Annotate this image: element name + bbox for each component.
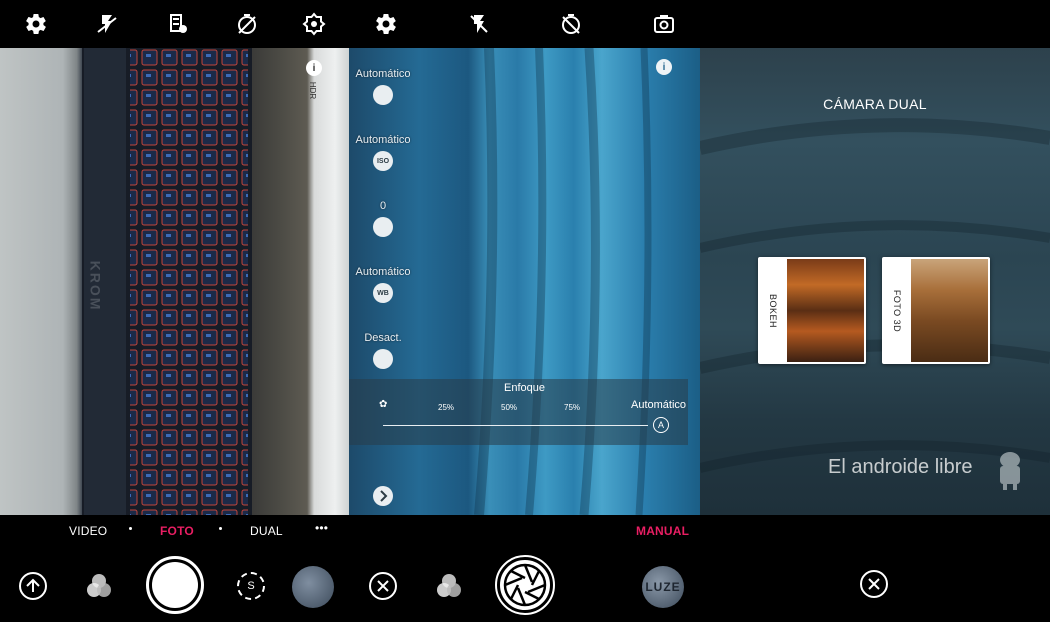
focus-value: Automático <box>631 399 687 411</box>
shutter-speed-value: Automático <box>355 68 411 80</box>
bokeh-preview-image <box>787 259 864 362</box>
foto-3d-label-wrap: FOTO 3D <box>884 257 910 364</box>
top-bar <box>700 0 1050 48</box>
camera-manual-screen: Automático Automático ISO 0 Automático W… <box>349 0 700 622</box>
bottom-controls: VIDEO FOTO DUAL ••• S <box>0 515 349 622</box>
close-icon[interactable] <box>369 572 397 600</box>
foto-3d-preview-image <box>911 259 988 362</box>
manual-shutter-button[interactable] <box>495 555 555 615</box>
macro-icon: ✿ <box>379 399 388 410</box>
viewfinder-keyboard[interactable]: KROM i HDR <box>0 48 349 515</box>
settings-gear-icon[interactable] <box>374 12 398 36</box>
android-logo-icon <box>996 450 1024 490</box>
camera-dual-screen: CÁMARA DUAL El androide libre BOKEH FOTO… <box>700 0 1050 622</box>
bokeh-label-wrap: BOKEH <box>760 257 786 364</box>
focus-tick-50: 50% <box>501 403 518 412</box>
wb-icon[interactable]: WB <box>373 283 393 303</box>
bottom-controls: MANUAL LUZE <box>349 515 700 622</box>
mode-separator <box>129 527 132 530</box>
camera-photo-screen: KROM i HDR VIDEO FOTO DUAL ••• S <box>0 0 349 622</box>
timer-off-icon[interactable] <box>235 12 259 36</box>
filters-icon[interactable] <box>84 571 114 601</box>
shutter-icon[interactable] <box>373 85 393 105</box>
iso-value: Automático <box>355 134 411 146</box>
expand-up-icon[interactable] <box>19 572 47 600</box>
hdr-label: HDR <box>308 81 318 100</box>
viewfinder-curtain[interactable]: Automático Automático ISO 0 Automático W… <box>349 48 700 515</box>
iso-icon[interactable]: ISO <box>373 151 393 171</box>
flash-off-icon[interactable] <box>467 12 491 36</box>
aperture-icon <box>503 563 547 607</box>
info-icon[interactable]: i <box>656 59 672 75</box>
mode-separator <box>219 527 222 530</box>
settings-gear-icon[interactable] <box>24 12 48 36</box>
top-toolbar <box>0 0 349 48</box>
photo-size-icon[interactable] <box>166 12 190 36</box>
fabric-stripes <box>700 118 1050 473</box>
burst-timer-icon[interactable]: S <box>237 572 265 600</box>
timer-value: Desact. <box>364 332 402 344</box>
gallery-thumbnail[interactable] <box>292 566 334 608</box>
flash-off-icon[interactable] <box>95 12 119 36</box>
filters-icon[interactable] <box>434 571 464 601</box>
exposure-icon[interactable] <box>373 217 393 237</box>
bottom-controls <box>700 515 1050 622</box>
mode-dual[interactable]: DUAL <box>250 524 283 538</box>
focus-panel: Enfoque ✿ 25% 50% 75% Automático A <box>349 379 688 445</box>
dual-title: CÁMARA DUAL <box>823 96 927 112</box>
close-dual-icon[interactable] <box>860 570 888 598</box>
mode-photo[interactable]: FOTO <box>160 524 194 538</box>
keyboard-brand: KROM <box>87 260 104 312</box>
focus-title: Enfoque <box>504 382 545 394</box>
foto-3d-label: FOTO 3D <box>892 289 902 332</box>
timer-off-icon[interactable] <box>559 12 583 36</box>
focus-tick-25: 25% <box>438 403 455 412</box>
focus-tick-75: 75% <box>564 403 581 412</box>
gallery-thumbnail[interactable]: LUZE <box>642 566 684 608</box>
keyboard-image <box>82 48 252 515</box>
bokeh-label: BOKEH <box>768 293 779 328</box>
timer-icon[interactable] <box>373 349 393 369</box>
exposure-value: 0 <box>379 200 387 212</box>
focus-slider-track[interactable] <box>383 425 648 426</box>
gallery-text: LUZE <box>645 580 681 594</box>
shutter-inner <box>152 562 198 608</box>
more-modes-button[interactable]: ••• <box>315 521 328 535</box>
effects-icon[interactable] <box>302 12 326 36</box>
foto-3d-card[interactable]: FOTO 3D <box>882 257 990 364</box>
hdr-info-icon[interactable]: i <box>306 60 322 76</box>
mode-video[interactable]: VIDEO <box>69 524 107 538</box>
viewfinder-dual: CÁMARA DUAL El androide libre <box>700 48 1050 515</box>
bokeh-card[interactable]: BOKEH <box>758 257 866 364</box>
top-toolbar <box>349 0 700 48</box>
shutter-button[interactable] <box>146 556 204 614</box>
mode-manual[interactable]: MANUAL <box>636 524 689 538</box>
focus-auto-icon[interactable]: A <box>653 417 669 433</box>
watermark: El androide libre <box>828 456 973 478</box>
expand-right-icon[interactable] <box>373 486 393 506</box>
white-balance-value: Automático <box>355 266 411 278</box>
switch-camera-icon[interactable] <box>652 12 676 36</box>
